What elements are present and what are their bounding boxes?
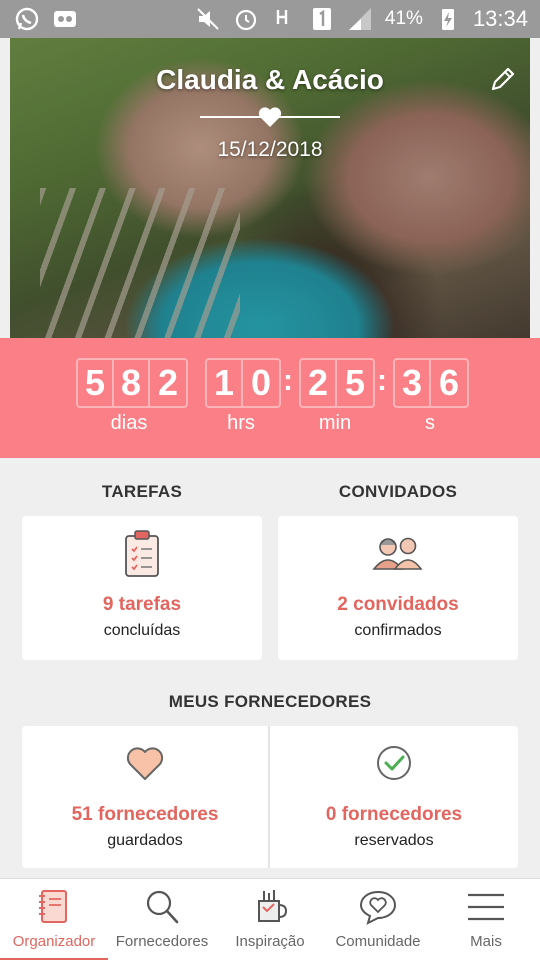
days-digits: 5 8 2: [76, 358, 188, 408]
vendors-booked-count: 0 fornecedores: [325, 804, 463, 825]
separator: :: [377, 364, 387, 397]
digit: 5: [78, 360, 114, 406]
battery-percent: 41%: [384, 8, 423, 29]
heart-icon: [258, 107, 282, 127]
couple-names: Claudia & Acácio: [156, 64, 384, 95]
seconds-label: s: [425, 412, 435, 434]
guests-title: CONVIDADOS: [338, 482, 458, 501]
guests-count: 2 convidados: [337, 594, 459, 615]
sim-icon: [312, 8, 331, 30]
guests-card[interactable]: 2 convidados confirmados: [278, 516, 518, 660]
digit: 5: [344, 362, 366, 403]
vendors-saved-count: 51 fornecedores: [71, 804, 219, 825]
edit-pencil-icon[interactable]: [488, 64, 518, 94]
nav-mais[interactable]: Mais: [432, 879, 540, 960]
clock: 13:34: [472, 6, 528, 31]
nav-label: Comunidade: [335, 933, 421, 950]
vendors-title: MEUS FORNECEDORES: [168, 692, 372, 711]
mute-icon: [197, 8, 219, 30]
digit: 3: [395, 360, 431, 406]
minutes-digits: 2 5: [299, 358, 375, 408]
guests-icon: [372, 537, 423, 570]
vendors-saved-card[interactable]: 51 fornecedores guardados: [22, 726, 268, 868]
nav-label: Mais: [470, 933, 502, 950]
vendors-saved-status: guardados: [107, 832, 183, 849]
guests-status: confirmados: [354, 622, 442, 639]
signal-icon: [348, 8, 371, 30]
minutes-label: min: [318, 412, 352, 434]
inspiration-icon: [258, 890, 288, 922]
check-circle-icon: [377, 746, 411, 780]
nav-label: Inspiração: [235, 933, 305, 950]
digit: 0: [250, 362, 272, 403]
digit: 1: [207, 360, 243, 406]
countdown: 5 8 2 1 0 : 2 5 : 3 6 dias hrs min s: [0, 338, 540, 458]
tasks-title: TAREFAS: [101, 482, 183, 501]
digit: 6: [438, 362, 460, 403]
community-icon: [359, 890, 397, 925]
nav-fornecedores[interactable]: Fornecedores: [108, 879, 216, 960]
seconds-digits: 3 6: [393, 358, 469, 408]
alarm-icon: [235, 9, 257, 31]
nav-organizador[interactable]: Organizador: [0, 879, 108, 960]
planner-icon: [39, 890, 67, 923]
heart-outline-icon: [126, 747, 164, 780]
cover-photo[interactable]: Claudia & Acácio 15/12/2018: [10, 38, 530, 338]
menu-icon: [468, 893, 504, 921]
vendors-booked-card[interactable]: 0 fornecedores reservados: [270, 726, 518, 868]
digit: 8: [114, 360, 150, 406]
wedding-date: 15/12/2018: [217, 138, 323, 161]
nav-label: Organizador: [12, 933, 96, 950]
tasks-status: concluídas: [103, 622, 181, 639]
clipboard-checklist-icon: [125, 530, 159, 577]
tasks-card[interactable]: 9 tarefas concluídas: [22, 516, 262, 660]
bottom-navigation: Organizador Fornecedores Inspiração Comu…: [0, 878, 540, 960]
battery-charging-icon: [441, 9, 454, 30]
days-label: dias: [110, 412, 148, 434]
separator: :: [283, 364, 293, 397]
vendors-booked-status: reservados: [354, 832, 434, 849]
status-bar: 41% 13:34: [0, 0, 540, 38]
voicemail-icon: [54, 11, 76, 27]
tasks-count: 9 tarefas: [102, 594, 182, 615]
whatsapp-icon: [15, 7, 39, 31]
digit: 2: [157, 362, 179, 403]
nav-inspiracao[interactable]: Inspiração: [216, 879, 324, 960]
hours-digits: 1 0: [205, 358, 281, 408]
nav-label: Fornecedores: [115, 933, 209, 950]
digit: 2: [301, 360, 337, 406]
nav-comunidade[interactable]: Comunidade: [324, 879, 432, 960]
hours-label: hrs: [227, 412, 255, 434]
network-h-icon: [276, 10, 288, 24]
search-icon: [146, 890, 179, 924]
